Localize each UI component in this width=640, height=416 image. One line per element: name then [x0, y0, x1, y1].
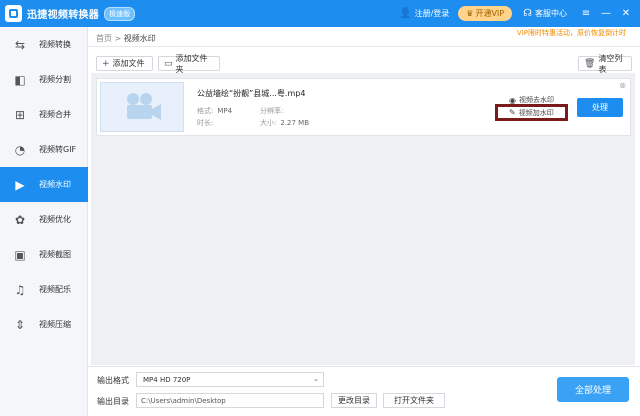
split-icon: ◧	[14, 72, 26, 87]
add-file-label: 添加文件	[112, 59, 145, 68]
optimize-icon: ✿	[14, 212, 26, 227]
size-meta: 大小: 2.27 MB	[260, 118, 309, 128]
login-label: 注册/登录	[414, 9, 450, 18]
service-button[interactable]: ☊ 客服中心	[523, 8, 567, 19]
output-format-label: 输出格式	[97, 376, 129, 385]
resolution-label: 分辨率:	[260, 107, 284, 115]
breadcrumb-current: 视频水印	[123, 34, 156, 43]
add-folder-button[interactable]: ▭ 添加文件夹	[158, 54, 220, 74]
divider	[88, 366, 640, 367]
service-label: 客服中心	[535, 9, 567, 18]
clear-list-button[interactable]: 🗑 清空列表	[578, 54, 632, 74]
menu-icon[interactable]: ≡	[576, 8, 596, 19]
sidebar-item-label: 视频截图	[39, 250, 71, 259]
output-dir-input[interactable]: C:\Users\admin\Desktop	[136, 393, 324, 408]
duration-meta: 时长:	[197, 118, 217, 128]
sidebar-item-screenshot[interactable]: ▣ 视频截图	[0, 237, 88, 272]
login-button[interactable]: 👤 注册/登录	[399, 8, 449, 19]
video-thumbnail	[100, 82, 184, 132]
title-bar: 迅捷视频转换器 极速版 👤 注册/登录 ♛ 开通VIP ☊ 客服中心 ≡ — ✕	[0, 0, 640, 27]
size-value: 2.27 MB	[280, 119, 310, 127]
duration-label: 时长:	[197, 119, 214, 127]
edit-icon: ✎	[509, 108, 516, 117]
sidebar-item-label: 视频转换	[39, 40, 71, 49]
remove-item-icon[interactable]: ⊗	[619, 81, 626, 90]
sidebar-item-label: 视频配乐	[39, 285, 71, 294]
user-icon: 👤	[399, 8, 412, 19]
breadcrumb-separator: >	[114, 34, 122, 43]
plus-icon: +	[102, 58, 110, 69]
chevron-down-icon: ⌄	[313, 375, 319, 383]
close-icon[interactable]: ✕	[616, 8, 636, 19]
sidebar-item-split[interactable]: ◧ 视频分割	[0, 62, 88, 97]
add-watermark-label: 视频加水印	[518, 108, 554, 117]
output-format-select[interactable]: MP4 HD 720P ⌄	[136, 372, 324, 387]
screenshot-icon: ▣	[14, 247, 26, 262]
sidebar-item-optimize[interactable]: ✿ 视频优化	[0, 202, 88, 237]
change-dir-button[interactable]: 更改目录	[331, 393, 377, 408]
headset-icon: ☊	[523, 8, 532, 19]
sidebar-item-label: 视频分割	[39, 75, 71, 84]
sidebar-item-label: 视频压缩	[39, 320, 71, 329]
breadcrumb: 首页 > 视频水印	[96, 33, 156, 44]
sidebar-item-merge[interactable]: ⊞ 视频合并	[0, 97, 88, 132]
process-all-button[interactable]: 全部处理	[557, 377, 629, 402]
sidebar-item-label: 视频转GIF	[39, 145, 77, 154]
promo-banner[interactable]: VIP限时特惠活动，原价恢复倒计时	[517, 28, 626, 38]
resolution-meta: 分辨率:	[260, 106, 287, 116]
sidebar-item-label: 视频合并	[39, 110, 71, 119]
list-item: 公益墙绘“扮靓”县城...粤.mp4 格式: MP4 分辨率: 时长: 大小: 2.…	[96, 78, 631, 136]
music-icon: ♫	[14, 282, 26, 297]
merge-icon: ⊞	[14, 107, 26, 122]
trash-icon: 🗑	[584, 58, 596, 69]
sidebar-item-gif[interactable]: ◔ 视频转GIF	[0, 132, 88, 167]
sidebar-item-label: 视频优化	[39, 215, 71, 224]
vip-button[interactable]: ♛ 开通VIP	[458, 6, 513, 21]
file-name: 公益墙绘“扮靓”县城...粤.mp4	[197, 89, 306, 98]
add-watermark-button[interactable]: ✎ 视频加水印	[495, 104, 568, 121]
app-logo-icon	[5, 5, 22, 22]
output-dir-label: 输出目录	[97, 397, 129, 406]
sidebar-item-music[interactable]: ♫ 视频配乐	[0, 272, 88, 307]
sidebar-item-watermark[interactable]: ▶ 视频水印	[0, 167, 88, 202]
output-format-value: MP4 HD 720P	[143, 375, 191, 384]
vip-label: 开通VIP	[475, 9, 505, 18]
folder-icon: ▭	[164, 58, 173, 69]
edition-badge: 极速版	[104, 6, 136, 21]
open-folder-button[interactable]: 打开文件夹	[383, 393, 445, 408]
gif-icon: ◔	[14, 142, 26, 157]
sidebar-item-compress[interactable]: ⇕ 视频压缩	[0, 307, 88, 342]
app-title: 迅捷视频转换器	[27, 10, 100, 21]
compress-icon: ⇕	[14, 317, 26, 332]
watermark-icon: ▶	[15, 177, 25, 192]
sidebar-item-label: 视频水印	[39, 180, 71, 189]
convert-icon: ⇆	[14, 37, 26, 52]
format-label: 格式:	[197, 107, 214, 115]
minimize-icon[interactable]: —	[596, 8, 616, 19]
sidebar-item-convert[interactable]: ⇆ 视频转换	[0, 27, 88, 62]
size-label: 大小:	[260, 119, 277, 127]
format-meta: 格式: MP4	[197, 106, 232, 116]
clear-list-label: 清空列表	[598, 53, 623, 74]
crown-icon: ♛	[466, 9, 474, 18]
process-button[interactable]: 处理	[577, 98, 623, 117]
add-folder-label: 添加文件夹	[175, 53, 208, 74]
video-camera-icon	[127, 93, 161, 120]
breadcrumb-home[interactable]: 首页	[96, 34, 112, 43]
format-value: MP4	[217, 107, 233, 115]
divider	[88, 46, 640, 47]
add-file-button[interactable]: + 添加文件	[96, 56, 153, 71]
